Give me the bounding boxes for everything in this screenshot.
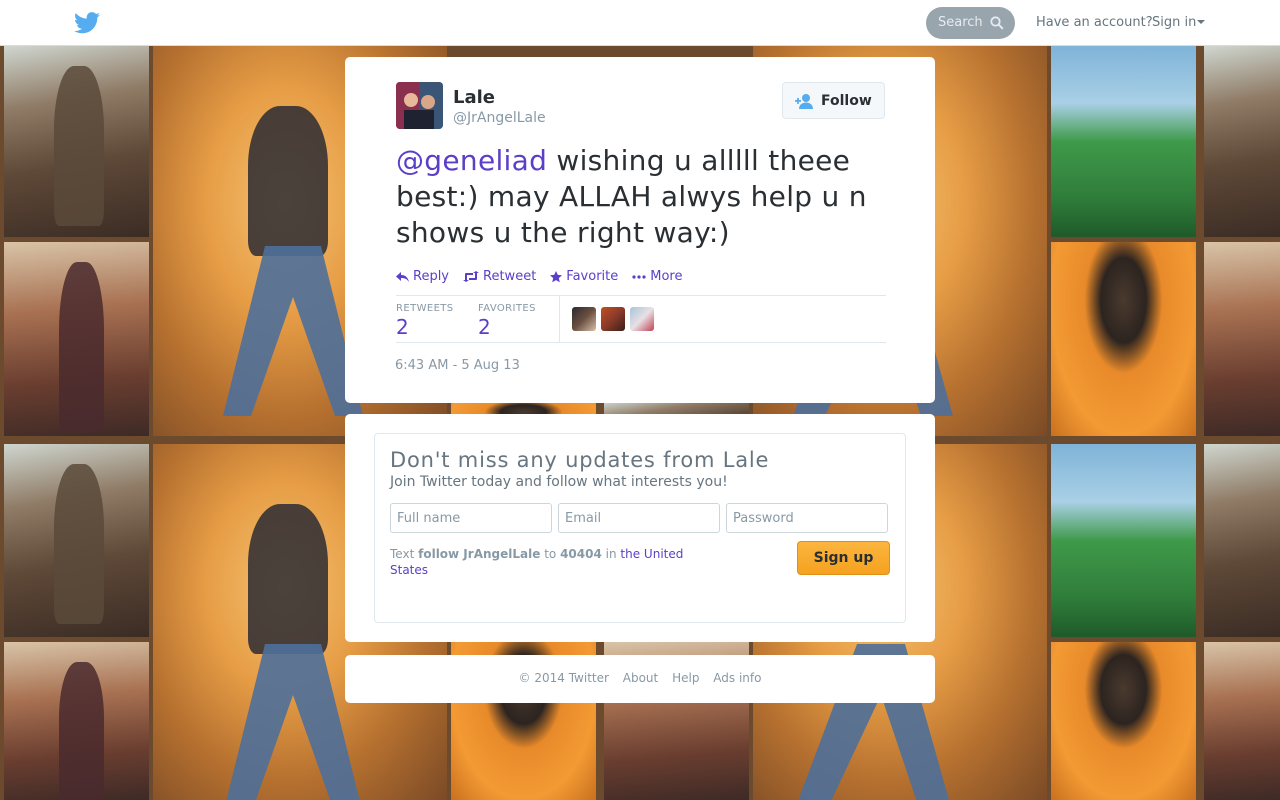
- background-photo: [1051, 242, 1196, 436]
- background-photo: [1051, 46, 1196, 237]
- background-photo: [4, 642, 149, 800]
- favoriter-avatar[interactable]: [601, 307, 625, 331]
- email-field[interactable]: [558, 503, 720, 533]
- retweet-icon: [463, 271, 480, 282]
- search-placeholder: Search: [938, 15, 983, 30]
- footer: © 2014 Twitter About Help Ads info: [345, 655, 935, 703]
- star-icon: [550, 270, 563, 282]
- help-link[interactable]: Help: [672, 671, 699, 685]
- about-link[interactable]: About: [623, 671, 658, 685]
- sign-in-label: Sign in: [1152, 15, 1197, 30]
- copyright-text: © 2014 Twitter: [518, 671, 609, 685]
- background-photo: [1051, 642, 1196, 800]
- favorite-label: Favorite: [566, 269, 619, 284]
- search-icon[interactable]: [990, 16, 1004, 30]
- search-box[interactable]: Search: [926, 7, 1015, 39]
- retweets-count: 2: [396, 315, 409, 339]
- sign-in-link[interactable]: Sign in: [1152, 15, 1206, 30]
- full-name-field[interactable]: [390, 503, 552, 533]
- favoriter-avatar[interactable]: [572, 307, 596, 331]
- sms-in: in: [605, 547, 617, 561]
- more-button[interactable]: More: [632, 269, 682, 284]
- favoriter-avatar[interactable]: [630, 307, 654, 331]
- retweet-button[interactable]: Retweet: [463, 269, 536, 284]
- sms-follow-text: Text follow JrAngelLale to 40404 in the …: [390, 546, 720, 578]
- sms-to: to: [544, 547, 557, 561]
- signup-subtitle: Join Twitter today and follow what inter…: [390, 474, 728, 490]
- avatar[interactable]: [396, 82, 443, 129]
- sms-text-prefix: Text: [390, 547, 415, 561]
- twitter-bird-icon[interactable]: [74, 12, 100, 34]
- tweet-card: Lale @JrAngelLale Follow @geneliad wishi…: [345, 57, 935, 403]
- avatar-image: [396, 82, 443, 129]
- author-handle[interactable]: @JrAngelLale: [453, 110, 546, 126]
- favorites-count: 2: [478, 315, 491, 339]
- signup-title: Don't miss any updates from Lale: [390, 448, 770, 472]
- have-account-text: Have an account?: [1036, 15, 1153, 30]
- tweet-text: @geneliad wishing u alllll theee best:) …: [396, 143, 896, 251]
- favorite-button[interactable]: Favorite: [550, 269, 618, 284]
- chevron-down-icon: [1197, 20, 1206, 24]
- stats-divider: [559, 296, 560, 343]
- background-photo: [1204, 242, 1280, 436]
- follow-button[interactable]: Follow: [782, 82, 885, 119]
- follow-label: Follow: [821, 93, 872, 109]
- background-photo: [1051, 444, 1196, 637]
- more-dots-icon: [632, 274, 646, 279]
- signup-form: Don't miss any updates from Lale Join Tw…: [374, 433, 906, 623]
- sms-command: follow JrAngelLale: [418, 547, 541, 561]
- favorites-stat[interactable]: FAVORITES 2: [478, 303, 536, 339]
- retweet-label: Retweet: [483, 269, 537, 284]
- retweets-stat[interactable]: RETWEETS 2: [396, 303, 454, 339]
- favorites-label: FAVORITES: [478, 303, 536, 314]
- add-user-icon: [795, 94, 813, 109]
- author-name[interactable]: Lale: [453, 87, 495, 108]
- tweet-stats: RETWEETS 2 FAVORITES 2: [396, 295, 886, 343]
- background-photo: [4, 46, 149, 237]
- reply-label: Reply: [413, 269, 450, 284]
- retweets-label: RETWEETS: [396, 303, 454, 314]
- tweet-actions: Reply Retweet Favorite More: [396, 269, 682, 284]
- background-photo: [4, 242, 149, 436]
- signup-card: Don't miss any updates from Lale Join Tw…: [345, 414, 935, 642]
- background-photo: [4, 444, 149, 637]
- sms-number: 40404: [560, 547, 602, 561]
- reply-icon: [396, 271, 409, 282]
- more-label: More: [650, 269, 683, 284]
- background-photo: [1204, 444, 1280, 637]
- background-photo: [1204, 642, 1280, 800]
- top-navigation-bar: Search Have an account? Sign in: [0, 0, 1280, 46]
- password-field[interactable]: [726, 503, 888, 533]
- tweet-timestamp[interactable]: 6:43 AM - 5 Aug 13: [395, 358, 520, 373]
- sign-up-button[interactable]: Sign up: [797, 541, 890, 575]
- background-photo: [1204, 46, 1280, 237]
- mention-link[interactable]: @geneliad: [396, 144, 547, 177]
- reply-button[interactable]: Reply: [396, 269, 449, 284]
- ads-info-link[interactable]: Ads info: [713, 671, 761, 685]
